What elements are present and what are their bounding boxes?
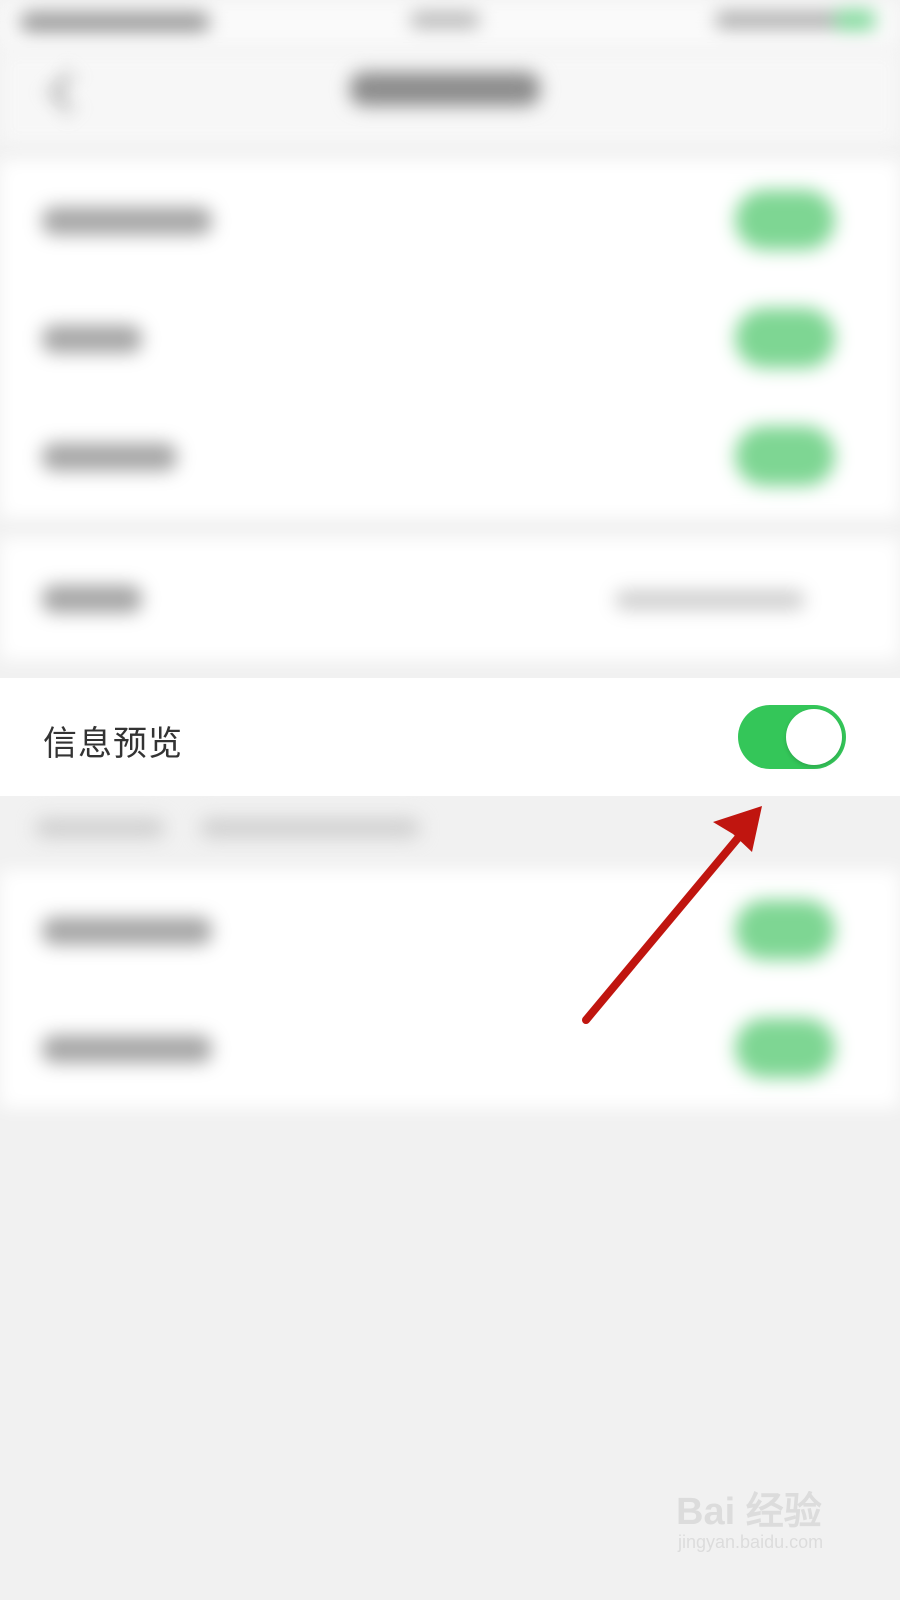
arrow-head <box>713 806 762 852</box>
toggle-knob <box>786 709 842 765</box>
battery-icon <box>835 10 875 30</box>
toggle-switch[interactable] <box>735 308 835 368</box>
watermark-url: jingyan.baidu.com <box>678 1532 824 1552</box>
toggle-switch[interactable] <box>735 1018 835 1078</box>
section-note <box>35 818 165 838</box>
row-value <box>615 590 805 610</box>
row-label <box>42 917 212 945</box>
settings-group-3 <box>0 870 900 1108</box>
watermark-logo: Bai 经验 <box>676 1491 822 1533</box>
watermark: Bai 经验 jingyan.baidu.com <box>676 1470 876 1580</box>
toggle-switch[interactable] <box>735 900 835 960</box>
message-preview-toggle[interactable] <box>738 705 846 769</box>
message-preview-label: 信息预览 <box>43 724 183 764</box>
settings-group-1 <box>0 160 900 518</box>
settings-row[interactable] <box>0 988 900 1108</box>
settings-row[interactable] <box>0 396 900 516</box>
settings-row[interactable] <box>0 160 900 280</box>
row-label <box>42 443 177 471</box>
status-bar <box>0 0 900 50</box>
status-center <box>410 12 480 28</box>
settings-row[interactable] <box>0 538 900 658</box>
status-time <box>20 12 210 32</box>
settings-row[interactable] <box>0 278 900 398</box>
toggle-switch[interactable] <box>735 190 835 250</box>
row-label <box>42 585 142 613</box>
toggle-switch[interactable] <box>735 426 835 486</box>
row-label <box>42 325 142 353</box>
settings-row[interactable] <box>0 870 900 990</box>
message-preview-row[interactable]: 信息预览 <box>0 678 900 796</box>
row-label <box>42 207 212 235</box>
settings-group-2 <box>0 538 900 660</box>
section-note <box>200 818 420 838</box>
page-title <box>350 72 540 106</box>
row-label <box>42 1035 212 1063</box>
